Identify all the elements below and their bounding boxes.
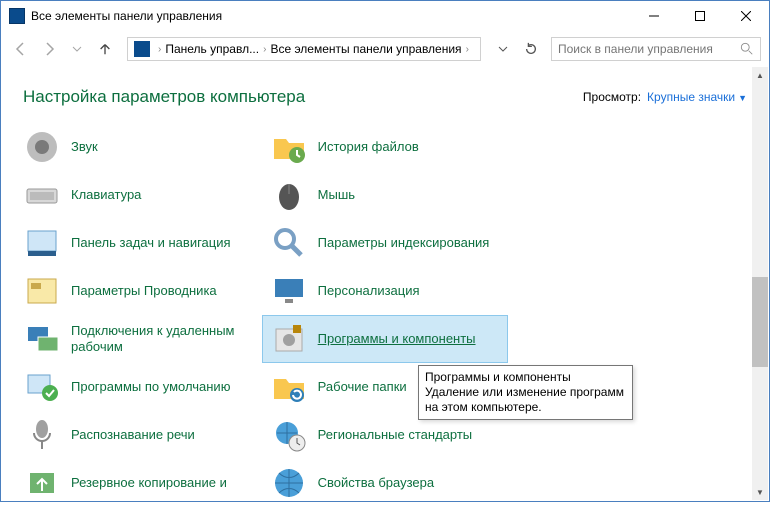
titlebar: Все элементы панели управления — [1, 1, 769, 31]
default-programs-icon — [21, 366, 63, 408]
search-box[interactable] — [551, 37, 761, 61]
maximize-button[interactable] — [677, 1, 723, 31]
refresh-button[interactable] — [519, 37, 543, 61]
toolbar: › Панель управл... › Все элементы панели… — [1, 31, 769, 67]
close-button[interactable] — [723, 1, 769, 31]
scroll-down-button[interactable]: ▼ — [752, 484, 768, 500]
taskbar-icon — [21, 222, 63, 264]
scroll-thumb[interactable] — [752, 277, 768, 367]
globe-icon — [268, 462, 310, 504]
mouse-icon — [268, 174, 310, 216]
app-icon — [9, 8, 25, 24]
cp-item-internet-options[interactable]: Свойства браузера — [262, 459, 509, 507]
header-row: Настройка параметров компьютера Просмотр… — [1, 67, 769, 113]
folder-clock-icon — [268, 126, 310, 168]
minimize-button[interactable] — [631, 1, 677, 31]
recent-button[interactable] — [65, 37, 89, 61]
breadcrumb[interactable]: › Панель управл... › Все элементы панели… — [127, 37, 481, 61]
tooltip-title: Программы и компоненты — [425, 370, 626, 385]
cp-item-taskbar[interactable]: Панель задач и навигация — [15, 219, 262, 267]
cp-item-default-programs[interactable]: Программы по умолчанию — [15, 363, 262, 411]
window-title: Все элементы панели управления — [31, 9, 631, 23]
chevron-down-icon: ▼ — [738, 93, 747, 103]
globe-clock-icon — [268, 414, 310, 456]
keyboard-icon — [21, 174, 63, 216]
vertical-scrollbar[interactable]: ▲ ▼ — [752, 67, 768, 500]
cp-item-programs-features[interactable]: Программы и компоненты — [262, 315, 509, 363]
view-dropdown[interactable]: Крупные значки▼ — [647, 90, 747, 104]
cp-item-sound[interactable]: Звук — [15, 123, 262, 171]
monitor-icon — [268, 270, 310, 312]
chevron-right-icon: › — [462, 44, 473, 55]
control-panel-icon — [134, 41, 150, 57]
cp-item-explorer-options[interactable]: Параметры Проводника — [15, 267, 262, 315]
page-title: Настройка параметров компьютера — [23, 87, 583, 107]
chevron-right-icon: › — [259, 44, 270, 55]
cp-item-keyboard[interactable]: Клавиатура — [15, 171, 262, 219]
cp-item-personalization[interactable]: Персонализация — [262, 267, 509, 315]
folder-options-icon — [21, 270, 63, 312]
search-index-icon — [268, 222, 310, 264]
remote-desktop-icon — [21, 318, 63, 360]
back-button[interactable] — [9, 37, 33, 61]
scroll-up-button[interactable]: ▲ — [752, 67, 768, 83]
cp-item-indexing[interactable]: Параметры индексирования — [262, 219, 509, 267]
tooltip: Программы и компоненты Удаление или изме… — [418, 365, 633, 420]
tooltip-body: Удаление или изменение программ на этом … — [425, 385, 626, 415]
speaker-icon — [21, 126, 63, 168]
cp-item-mouse[interactable]: Мышь — [262, 171, 509, 219]
cp-item-file-history[interactable]: История файлов — [262, 123, 509, 171]
cp-item-speech[interactable]: Распознавание речи — [15, 411, 262, 459]
forward-button[interactable] — [37, 37, 61, 61]
view-label: Просмотр: — [583, 90, 641, 104]
backup-icon — [21, 462, 63, 504]
breadcrumb-segment[interactable]: Панель управл... — [165, 42, 259, 56]
microphone-icon — [21, 414, 63, 456]
breadcrumb-segment[interactable]: Все элементы панели управления — [270, 42, 461, 56]
cp-item-backup[interactable]: Резервное копирование и — [15, 459, 262, 507]
sync-folder-icon — [268, 366, 310, 408]
up-button[interactable] — [93, 37, 117, 61]
search-icon — [740, 42, 754, 56]
content-area: Звук История файлов Клавиатура Мышь Пане… — [1, 113, 769, 513]
chevron-right-icon: › — [154, 44, 165, 55]
programs-box-icon — [268, 318, 310, 360]
breadcrumb-dropdown[interactable] — [491, 37, 515, 61]
search-input[interactable] — [558, 42, 740, 56]
cp-item-rdp[interactable]: Подключения к удаленным рабочим — [15, 315, 262, 363]
